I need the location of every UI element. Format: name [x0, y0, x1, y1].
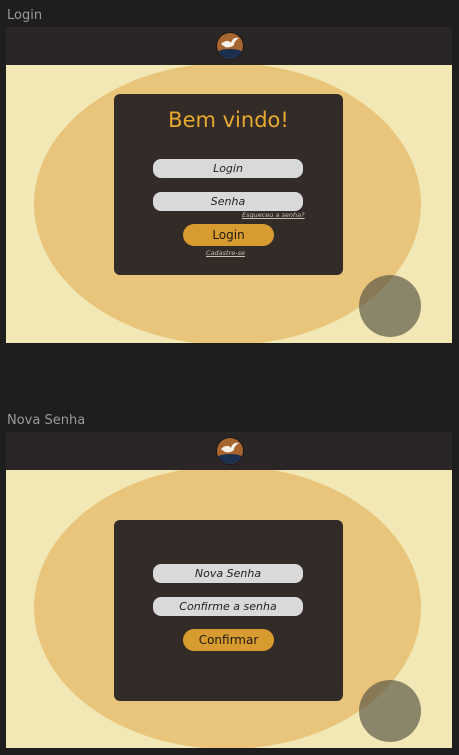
- frame-label-new-password: Nova Senha: [7, 413, 86, 428]
- dove-logo-icon: [216, 32, 244, 60]
- new-password-card: Confirmar: [114, 520, 343, 701]
- confirm-button[interactable]: Confirmar: [183, 629, 274, 651]
- forgot-password-link[interactable]: Esqueceu a senha?: [242, 211, 305, 219]
- login-frame: Bem vindo! Esqueceu a senha? Login Cadas…: [6, 27, 452, 343]
- new-password-input[interactable]: [153, 564, 303, 583]
- welcome-title: Bem vindo!: [168, 108, 289, 132]
- password-input[interactable]: [153, 192, 303, 211]
- login-content: Bem vindo! Esqueceu a senha? Login Cadas…: [6, 65, 452, 343]
- top-bar: [6, 432, 452, 470]
- login-card: Bem vindo! Esqueceu a senha? Login Cadas…: [114, 94, 343, 275]
- signup-link[interactable]: Cadastre-se: [206, 249, 245, 257]
- dove-logo-icon: [216, 437, 244, 465]
- login-input[interactable]: [153, 159, 303, 178]
- new-password-content: Confirmar: [6, 470, 452, 748]
- login-button[interactable]: Login: [183, 224, 274, 246]
- confirm-password-input[interactable]: [153, 597, 303, 616]
- top-bar: [6, 27, 452, 65]
- decorative-circle: [359, 680, 421, 742]
- decorative-circle: [359, 275, 421, 337]
- frame-label-login: Login: [7, 8, 43, 23]
- new-password-frame: Confirmar: [6, 432, 452, 748]
